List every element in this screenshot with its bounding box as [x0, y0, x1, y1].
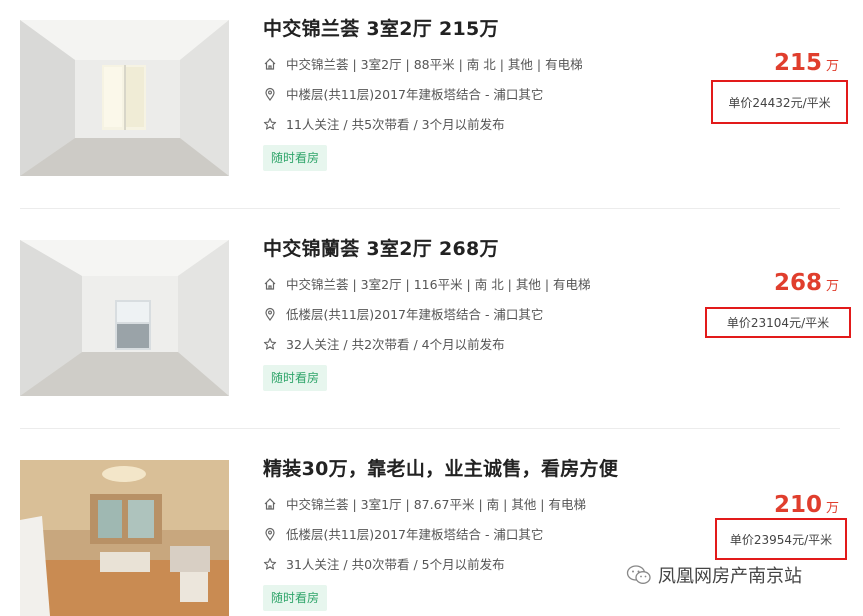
listing-photo[interactable]	[20, 240, 229, 396]
follow-info-text: 11人关注 / 共5次带看 / 3个月以前发布	[286, 117, 505, 132]
location-pin-icon	[265, 527, 275, 541]
house-info-text: 中交锦兰荟 | 3室2厅 | 88平米 | 南 北 | 其他 | 有电梯	[286, 57, 583, 72]
house-info: 中交锦兰荟 | 3室1厅 | 87.67平米 | 南 | 其他 | 有电梯	[263, 494, 586, 513]
house-icon	[264, 57, 276, 70]
listing-divider	[20, 428, 840, 429]
follow-info: 31人关注 / 共0次带看 / 5个月以前发布	[263, 554, 505, 573]
total-price: 268 万	[774, 270, 839, 296]
house-info: 中交锦兰荟 | 3室2厅 | 116平米 | 南 北 | 其他 | 有电梯	[263, 274, 591, 293]
listing-card[interactable]: 中交锦兰荟 3室2厅 215万 中交锦兰荟 | 3室2厅 | 88平米 | 南 …	[0, 0, 863, 210]
house-info-text: 中交锦兰荟 | 3室2厅 | 116平米 | 南 北 | 其他 | 有电梯	[286, 277, 591, 292]
star-icon	[263, 117, 277, 130]
total-price-value: 210	[773, 492, 822, 518]
position-info-text: 低楼层(共11层)2017年建板塔结合 - 浦口其它	[286, 307, 544, 322]
total-price-unit: 万	[825, 501, 839, 516]
follow-info-text: 31人关注 / 共0次带看 / 5个月以前发布	[286, 557, 505, 572]
viewing-tag: 随时看房	[263, 585, 328, 611]
listing-title[interactable]: 中交锦兰荟 3室2厅 215万	[263, 14, 499, 41]
wechat-icon	[626, 565, 651, 584]
follow-info-text: 32人关注 / 共2次带看 / 4个月以前发布	[286, 337, 505, 352]
listing-divider	[20, 208, 840, 209]
total-price: 215 万	[774, 50, 839, 76]
unit-price: 单价23954元/平米	[715, 518, 847, 560]
house-info: 中交锦兰荟 | 3室2厅 | 88平米 | 南 北 | 其他 | 有电梯	[263, 54, 583, 73]
position-info: 低楼层(共11层)2017年建板塔结合 - 浦口其它	[263, 524, 543, 543]
star-icon	[263, 557, 277, 570]
house-icon	[264, 497, 276, 510]
house-icon	[264, 277, 276, 290]
watermark-text: 凤凰网房产南京站	[658, 566, 802, 587]
listing-photo[interactable]	[20, 20, 229, 176]
house-info-text: 中交锦兰荟 | 3室1厅 | 87.67平米 | 南 | 其他 | 有电梯	[286, 497, 586, 512]
source-watermark: 凤凰网房产南京站	[626, 562, 802, 588]
total-price-value: 268	[773, 270, 822, 296]
position-info-text: 低楼层(共11层)2017年建板塔结合 - 浦口其它	[286, 527, 544, 542]
viewing-tag: 随时看房	[263, 145, 328, 171]
total-price-value: 215	[773, 50, 822, 76]
listing-title[interactable]: 中交锦蘭荟 3室2厅 268万	[263, 234, 499, 261]
location-pin-icon	[265, 87, 275, 101]
follow-info: 11人关注 / 共5次带看 / 3个月以前发布	[263, 114, 505, 133]
follow-info: 32人关注 / 共2次带看 / 4个月以前发布	[263, 334, 505, 353]
total-price: 210 万	[774, 492, 839, 518]
position-info-text: 中楼层(共11层)2017年建板塔结合 - 浦口其它	[286, 87, 544, 102]
position-info: 中楼层(共11层)2017年建板塔结合 - 浦口其它	[263, 84, 543, 103]
location-pin-icon	[265, 307, 275, 321]
total-price-unit: 万	[825, 59, 839, 74]
position-info: 低楼层(共11层)2017年建板塔结合 - 浦口其它	[263, 304, 543, 323]
listing-photo[interactable]	[20, 460, 229, 616]
listing-title[interactable]: 精装30万，靠老山，业主诚售，看房方便	[263, 454, 618, 481]
listing-card[interactable]: 中交锦蘭荟 3室2厅 268万 中交锦兰荟 | 3室2厅 | 116平米 | 南…	[0, 220, 863, 430]
unit-price: 单价23104元/平米	[705, 307, 851, 338]
unit-price: 单价24432元/平米	[711, 80, 848, 124]
total-price-unit: 万	[825, 279, 839, 294]
viewing-tag: 随时看房	[263, 365, 328, 391]
star-icon	[263, 337, 277, 350]
